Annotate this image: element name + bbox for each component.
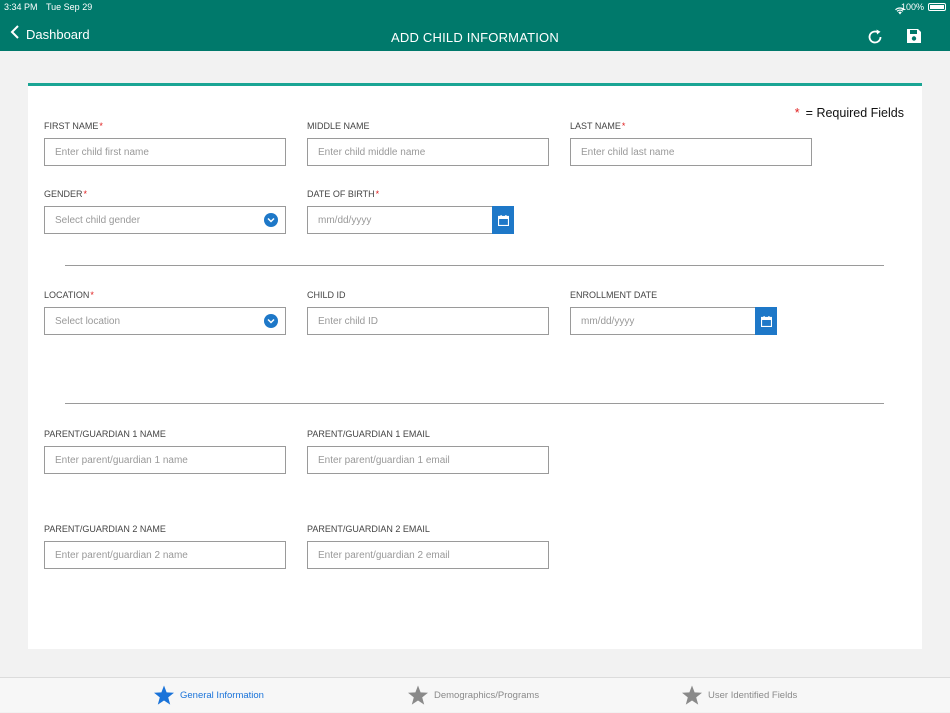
- tab-general-information[interactable]: General Information: [153, 678, 264, 713]
- status-time: 3:34 PM: [4, 2, 38, 12]
- enrollment-date-input[interactable]: [571, 308, 756, 334]
- child-id-field: CHILD ID: [307, 290, 549, 335]
- calendar-icon: [497, 214, 509, 226]
- pg2-name-label: PARENT/GUARDIAN 2 NAME: [44, 524, 166, 534]
- required-star: *: [794, 106, 800, 120]
- first-name-label: FIRST NAME: [44, 121, 99, 131]
- enrollment-date-label: ENROLLMENT DATE: [570, 290, 658, 300]
- required-star: *: [90, 290, 94, 300]
- save-button[interactable]: [905, 27, 923, 45]
- tab-label: General Information: [180, 690, 264, 701]
- star-icon: [154, 685, 174, 705]
- required-note-text: = Required Fields: [805, 106, 904, 120]
- page-title: ADD CHILD INFORMATION: [391, 30, 559, 45]
- location-field: LOCATION* Select location: [44, 290, 286, 335]
- pg2-name-field: PARENT/GUARDIAN 2 NAME: [44, 524, 286, 569]
- refresh-button[interactable]: [866, 28, 884, 46]
- star-icon: [682, 685, 702, 705]
- section-divider: [65, 265, 884, 266]
- pg1-name-label: PARENT/GUARDIAN 1 NAME: [44, 429, 166, 439]
- gender-field: GENDER* Select child gender: [44, 189, 286, 234]
- tab-user-identified-fields[interactable]: User Identified Fields: [681, 678, 797, 713]
- tab-label: Demographics/Programs: [434, 690, 540, 701]
- required-star: *: [621, 121, 626, 131]
- pg1-email-field: PARENT/GUARDIAN 1 EMAIL: [307, 429, 549, 474]
- dob-calendar-button[interactable]: [492, 206, 514, 234]
- last-name-input[interactable]: [570, 138, 812, 166]
- middle-name-field: MIDDLE NAME: [307, 121, 549, 166]
- enrollment-calendar-button[interactable]: [755, 307, 777, 335]
- star-icon: [408, 685, 428, 705]
- required-star: *: [83, 189, 88, 199]
- section-divider: [65, 403, 884, 404]
- chevron-down-icon[interactable]: [264, 213, 278, 227]
- pg1-email-input[interactable]: [307, 446, 549, 474]
- location-select-text: Select location: [55, 316, 121, 327]
- bottom-tab-bar: General Information Demographics/Program…: [0, 677, 950, 712]
- gender-select-text: Select child gender: [55, 215, 141, 226]
- pg2-email-label: PARENT/GUARDIAN 2 EMAIL: [307, 524, 430, 534]
- enrollment-date-picker: [570, 307, 777, 335]
- first-name-field: FIRST NAME*: [44, 121, 286, 166]
- refresh-icon: [868, 29, 882, 44]
- battery-icon: [928, 3, 946, 11]
- battery-percent: 100%: [900, 2, 924, 12]
- required-fields-note: * = Required Fields: [795, 106, 904, 120]
- pg1-email-label: PARENT/GUARDIAN 1 EMAIL: [307, 429, 430, 439]
- pg1-name-field: PARENT/GUARDIAN 1 NAME: [44, 429, 286, 474]
- pg2-email-field: PARENT/GUARDIAN 2 EMAIL: [307, 524, 549, 569]
- pg2-email-input[interactable]: [307, 541, 549, 569]
- dob-field: DATE OF BIRTH*: [307, 189, 514, 234]
- calendar-icon: [760, 315, 772, 327]
- pg2-name-input[interactable]: [44, 541, 286, 569]
- dob-date-picker: [307, 206, 514, 234]
- save-icon: [907, 29, 921, 43]
- pg1-name-input[interactable]: [44, 446, 286, 474]
- top-bar: 3:34 PM Tue Sep 29 100% Dashboard ADD CH…: [0, 0, 950, 51]
- child-id-input[interactable]: [307, 307, 549, 335]
- location-select[interactable]: Select location: [44, 307, 286, 335]
- enrollment-date-field: ENROLLMENT DATE: [570, 290, 777, 335]
- last-name-field: LAST NAME*: [570, 121, 812, 166]
- middle-name-input[interactable]: [307, 138, 549, 166]
- form-card: *= Required Fields FIRST NAME* MIDDLE NA…: [28, 83, 922, 649]
- child-id-label: CHILD ID: [307, 290, 346, 300]
- tab-demographics-programs[interactable]: Demographics/Programs: [407, 678, 539, 713]
- middle-name-label: MIDDLE NAME: [307, 121, 370, 131]
- tab-label: User Identified Fields: [708, 690, 798, 701]
- required-star: *: [99, 121, 103, 131]
- gender-label: GENDER: [44, 189, 83, 199]
- location-label: LOCATION: [44, 290, 90, 300]
- gender-select[interactable]: Select child gender: [44, 206, 286, 234]
- first-name-input[interactable]: [44, 138, 286, 166]
- required-star: *: [375, 189, 380, 199]
- dob-input[interactable]: [308, 207, 493, 233]
- chevron-down-icon[interactable]: [264, 314, 278, 328]
- status-date: Tue Sep 29: [46, 2, 93, 12]
- last-name-label: LAST NAME: [570, 121, 621, 131]
- dob-label: DATE OF BIRTH: [307, 189, 375, 199]
